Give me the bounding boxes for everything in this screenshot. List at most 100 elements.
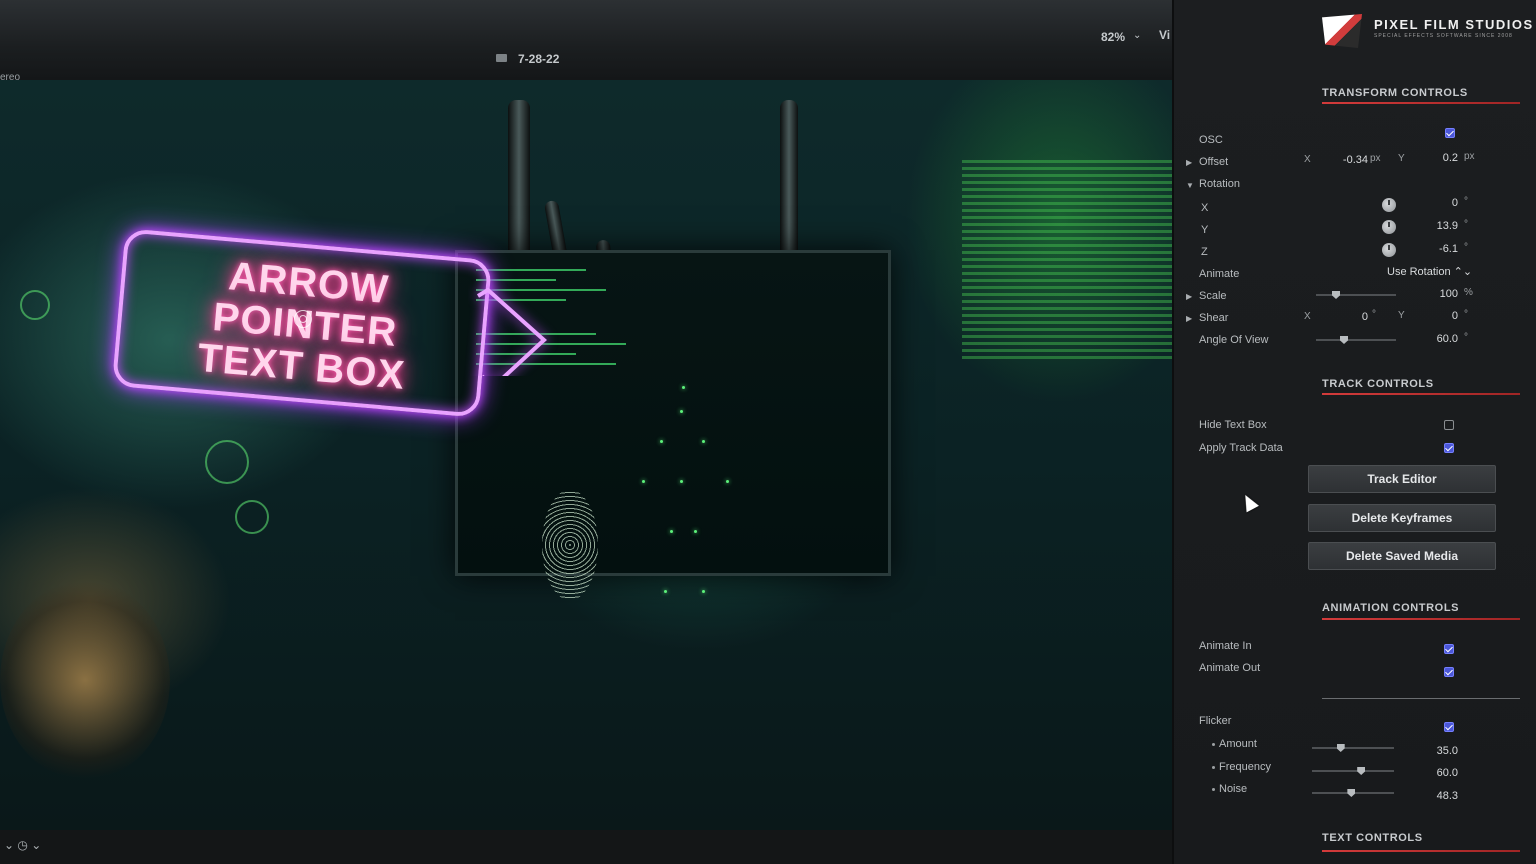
code-screen: [962, 160, 1172, 360]
shear-disclosure-icon[interactable]: ▶: [1186, 314, 1192, 323]
rotation-x-value[interactable]: 0: [1424, 197, 1458, 209]
rotation-y-dial[interactable]: [1382, 220, 1396, 234]
rotation-y-value[interactable]: 13.9: [1424, 220, 1458, 232]
rotation-x-label: X: [1201, 202, 1209, 214]
hide-text-box-label: Hide Text Box: [1199, 419, 1267, 431]
clip-name: 7-28-22: [518, 52, 560, 66]
scale-value[interactable]: 100: [1424, 288, 1458, 300]
degree-unit: °: [1464, 196, 1468, 207]
bullet-icon: [1212, 788, 1215, 791]
animate-popup[interactable]: Use Rotation ⌃⌄: [1387, 265, 1472, 278]
figure-point: [660, 440, 663, 443]
offset-disclosure-icon[interactable]: ▶: [1186, 158, 1192, 167]
shear-x-value[interactable]: 0: [1334, 311, 1368, 323]
rotation-disclosure-icon[interactable]: ▼: [1186, 181, 1194, 190]
pixel-film-logo-icon: [1322, 14, 1362, 48]
osc-label: OSC: [1199, 134, 1223, 146]
hide-text-box-checkbox[interactable]: [1444, 420, 1454, 430]
playback-options-icon[interactable]: ⌄ ◷ ⌄: [4, 838, 41, 852]
frequency-value[interactable]: 60.0: [1424, 767, 1458, 779]
text-controls-title: TEXT CONTROLS: [1322, 832, 1423, 844]
apply-track-data-checkbox[interactable]: [1444, 443, 1454, 453]
brand-header: PIXEL FILM STUDIOS SPECIAL EFFECTS SOFTW…: [1322, 14, 1536, 48]
degree-unit: °: [1372, 309, 1376, 320]
video-viewer[interactable]: ereo 7-28-22 82% ⌄ Vi ARROW POINTER TEXT…: [0, 0, 1172, 864]
shear-label: Shear: [1199, 312, 1229, 324]
chevron-down-icon[interactable]: ⌄: [1133, 30, 1141, 41]
animate-in-checkbox[interactable]: [1444, 644, 1454, 654]
rotation-z-dial[interactable]: [1382, 243, 1396, 257]
foreground-person: [0, 580, 170, 780]
angle-of-view-label: Angle Of View: [1199, 334, 1269, 346]
section-underline: [1322, 618, 1520, 620]
osc-crosshair-icon[interactable]: [294, 310, 312, 328]
inspector-panel: PIXEL FILM STUDIOS SPECIAL EFFECTS SOFTW…: [1172, 0, 1536, 864]
clip-icon: [496, 54, 507, 62]
figure-point: [682, 386, 685, 389]
angle-of-view-value[interactable]: 60.0: [1424, 333, 1458, 345]
scale-slider[interactable]: [1316, 291, 1396, 299]
figure-point: [702, 590, 705, 593]
hud-ring: [235, 500, 269, 534]
brand-name: PIXEL FILM STUDIOS: [1374, 17, 1534, 32]
noise-slider[interactable]: [1312, 789, 1394, 797]
figure-point: [726, 480, 729, 483]
offset-y-label: Y: [1398, 153, 1405, 164]
noise-label: Noise: [1219, 783, 1248, 795]
hud-ring: [20, 290, 50, 320]
degree-unit: °: [1464, 332, 1468, 343]
scale-label: Scale: [1199, 290, 1227, 302]
frequency-slider-thumb[interactable]: [1357, 767, 1366, 775]
frequency-slider[interactable]: [1312, 767, 1394, 775]
delete-keyframes-button[interactable]: Delete Keyframes: [1308, 504, 1496, 532]
angle-of-view-slider[interactable]: [1316, 336, 1396, 344]
offset-y-value[interactable]: 0.2: [1424, 152, 1458, 164]
neon-arrow-icon: [476, 287, 547, 376]
offset-y-unit: px: [1464, 151, 1475, 162]
shear-y-label: Y: [1398, 310, 1405, 321]
shear-y-value[interactable]: 0: [1424, 310, 1458, 322]
section-underline: [1322, 102, 1520, 104]
rotation-z-value[interactable]: -6.1: [1424, 243, 1458, 255]
rotation-z-label: Z: [1201, 246, 1208, 258]
offset-x-value[interactable]: -0.34: [1324, 154, 1368, 166]
figure-point: [642, 480, 645, 483]
scale-slider-thumb[interactable]: [1332, 291, 1340, 299]
osc-checkbox[interactable]: [1445, 128, 1455, 138]
noise-value[interactable]: 48.3: [1424, 790, 1458, 802]
scale-unit: %: [1464, 287, 1473, 298]
section-underline: [1322, 393, 1520, 395]
fingerprint-graphic: [542, 490, 598, 600]
section-divider: [1322, 698, 1520, 699]
animate-out-label: Animate Out: [1199, 662, 1261, 674]
degree-unit: °: [1464, 242, 1468, 253]
amount-value[interactable]: 35.0: [1424, 745, 1458, 757]
scale-disclosure-icon[interactable]: ▶: [1186, 292, 1192, 301]
track-editor-button[interactable]: Track Editor: [1308, 465, 1496, 493]
noise-slider-thumb[interactable]: [1347, 789, 1356, 797]
animate-label: Animate: [1199, 268, 1240, 280]
zoom-level-dropdown[interactable]: 82%: [1101, 30, 1125, 44]
view-menu[interactable]: Vi: [1159, 28, 1170, 42]
viewer-bottom-bar: [0, 830, 1172, 864]
transform-controls-title: TRANSFORM CONTROLS: [1322, 87, 1468, 99]
degree-unit: °: [1464, 309, 1468, 320]
brand-subtitle: SPECIAL EFFECTS SOFTWARE SINCE 2008: [1374, 33, 1513, 39]
animate-in-label: Animate In: [1199, 640, 1252, 652]
figure-point: [702, 440, 705, 443]
viewer-toolbar: [0, 0, 1172, 80]
offset-x-unit: px: [1370, 153, 1381, 164]
degree-unit: °: [1464, 219, 1468, 230]
amount-slider-thumb[interactable]: [1336, 744, 1345, 752]
figure-point: [680, 410, 683, 413]
rotation-x-dial[interactable]: [1382, 198, 1396, 212]
figure-point: [680, 480, 683, 483]
amount-slider[interactable]: [1312, 744, 1394, 752]
flicker-checkbox[interactable]: [1444, 722, 1454, 732]
frequency-label: Frequency: [1219, 761, 1271, 773]
track-controls-title: TRACK CONTROLS: [1322, 378, 1434, 390]
animate-out-checkbox[interactable]: [1444, 667, 1454, 677]
angle-of-view-slider-thumb[interactable]: [1340, 336, 1348, 344]
delete-saved-media-button[interactable]: Delete Saved Media: [1308, 542, 1496, 570]
section-underline: [1322, 850, 1520, 852]
